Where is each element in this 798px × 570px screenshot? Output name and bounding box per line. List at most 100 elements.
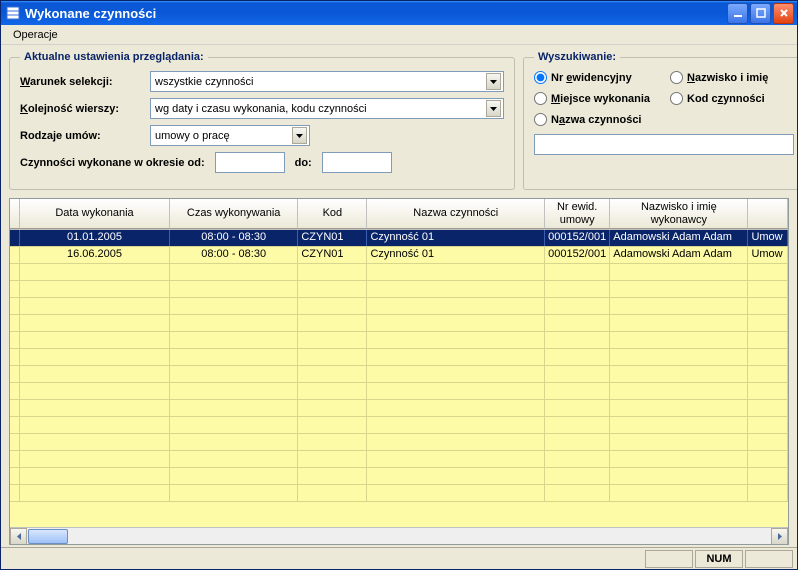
cell (10, 230, 20, 246)
cell (10, 485, 20, 501)
horizontal-scrollbar[interactable] (10, 527, 788, 544)
okres-od-input[interactable] (215, 152, 285, 173)
radio-kod-input[interactable] (670, 92, 683, 105)
table-row[interactable] (10, 400, 788, 417)
radio-nazwisko-input[interactable] (670, 71, 683, 84)
cell (545, 400, 610, 416)
radio-nazwa-input[interactable] (534, 113, 547, 126)
cell (367, 298, 545, 314)
cell (10, 366, 20, 382)
cell (610, 451, 748, 467)
cell (748, 451, 788, 467)
close-button[interactable] (773, 3, 794, 24)
cell (367, 417, 545, 433)
grid-body[interactable]: 01.01.200508:00 - 08:30CZYN01Czynność 01… (10, 230, 788, 527)
cell (545, 434, 610, 450)
th-nazwa[interactable]: Nazwa czynności (367, 199, 545, 229)
table-row[interactable] (10, 349, 788, 366)
cell (170, 281, 298, 297)
cell: Adamowski Adam Adam (610, 247, 748, 263)
cell (545, 298, 610, 314)
cell (545, 281, 610, 297)
radio-nazwa[interactable]: Nazwa czynności (534, 113, 658, 126)
cell (10, 264, 20, 280)
cell (10, 468, 20, 484)
scroll-right-button[interactable] (771, 528, 788, 545)
scroll-track[interactable] (27, 528, 771, 545)
cell (298, 451, 367, 467)
search-input[interactable] (534, 134, 794, 155)
table-row[interactable] (10, 264, 788, 281)
cell (298, 400, 367, 416)
cell (545, 264, 610, 280)
cell (367, 315, 545, 331)
table-row[interactable] (10, 468, 788, 485)
warunek-combo[interactable]: wszystkie czynności (150, 71, 504, 92)
cell (10, 298, 20, 314)
cell: Umow (748, 230, 788, 246)
th-nrewid[interactable]: Nr ewid. umowy (545, 199, 610, 229)
table-row[interactable] (10, 315, 788, 332)
table-row[interactable] (10, 366, 788, 383)
cell (170, 417, 298, 433)
radio-nazwisko[interactable]: Nazwisko i imię (670, 71, 794, 84)
rodzaje-combo[interactable]: umowy o pracę (150, 125, 310, 146)
th-data[interactable]: Data wykonania (20, 199, 170, 229)
cell: CZYN01 (298, 247, 367, 263)
cell (610, 485, 748, 501)
scroll-left-button[interactable] (10, 528, 27, 545)
table-row[interactable] (10, 332, 788, 349)
cell (545, 451, 610, 467)
cell (298, 468, 367, 484)
table-row[interactable] (10, 485, 788, 502)
table-row[interactable] (10, 281, 788, 298)
radio-nr-ewid-input[interactable] (534, 71, 547, 84)
table-row[interactable]: 01.01.200508:00 - 08:30CZYN01Czynność 01… (10, 230, 788, 247)
radio-nr-ewid[interactable]: Nr ewidencyjny (534, 71, 658, 84)
radio-miejsce[interactable]: Miejsce wykonania (534, 92, 658, 105)
cell (10, 383, 20, 399)
cell (610, 468, 748, 484)
cell: Czynność 01 (367, 247, 545, 263)
table-row[interactable] (10, 451, 788, 468)
th-blank[interactable] (10, 199, 20, 229)
cell (545, 468, 610, 484)
th-umowa[interactable] (748, 199, 788, 229)
cell (20, 315, 170, 331)
table-row[interactable] (10, 434, 788, 451)
th-nazwisko[interactable]: Nazwisko i imię wykonawcy (610, 199, 748, 229)
cell (20, 298, 170, 314)
cell: 000152/001 (545, 230, 610, 246)
table-row[interactable] (10, 383, 788, 400)
okres-do-input[interactable] (322, 152, 392, 173)
th-czas[interactable]: Czas wykonywania (170, 199, 298, 229)
minimize-button[interactable] (727, 3, 748, 24)
cell (610, 332, 748, 348)
cell (170, 485, 298, 501)
cell: 16.06.2005 (20, 247, 170, 263)
cell (610, 434, 748, 450)
cell (20, 383, 170, 399)
cell (10, 281, 20, 297)
warunek-label: Warunek selekcji: (20, 76, 150, 88)
cell (10, 400, 20, 416)
th-kod[interactable]: Kod (298, 199, 367, 229)
radio-kod[interactable]: Kod czynności (670, 92, 794, 105)
maximize-button[interactable] (750, 3, 771, 24)
cell (10, 434, 20, 450)
cell (610, 400, 748, 416)
radio-miejsce-input[interactable] (534, 92, 547, 105)
window-title: Wykonane czynności (25, 6, 727, 21)
cell (748, 383, 788, 399)
chevron-down-icon (292, 127, 307, 144)
kolejnosc-combo[interactable]: wg daty i czasu wykonania, kodu czynnośc… (150, 98, 504, 119)
menu-operacje[interactable]: Operacje (7, 27, 64, 43)
cell (748, 349, 788, 365)
scroll-thumb[interactable] (28, 529, 68, 544)
table-row[interactable]: 16.06.200508:00 - 08:30CZYN01Czynność 01… (10, 247, 788, 264)
table-row[interactable] (10, 417, 788, 434)
cell (367, 485, 545, 501)
cell (170, 451, 298, 467)
table-row[interactable] (10, 298, 788, 315)
cell (610, 264, 748, 280)
